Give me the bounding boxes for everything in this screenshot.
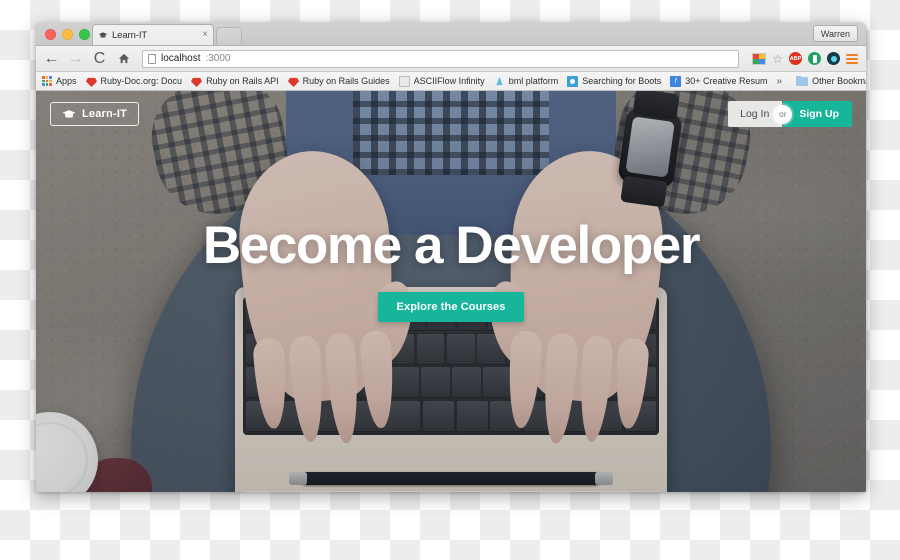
new-tab-button[interactable] [216,27,242,44]
bookmark-label: Ruby on Rails API [206,76,279,86]
extension-toolbar: ☆ ABP [752,52,858,65]
bml-icon [495,76,503,85]
tab-title: Learn-IT [112,29,148,41]
bookmark-item[interactable]: f 30+ Creative Resum [670,75,768,87]
other-bookmarks-label: Other Bookmarks [812,76,866,86]
browser-tab[interactable]: Learn-IT × [92,24,214,45]
ruby-gem-icon [85,77,97,87]
ruby-gem-icon [287,77,299,87]
url-port: :3000 [205,53,231,64]
chrome-menu-icon[interactable] [846,53,858,64]
graduation-cap-icon [62,109,76,118]
bookmark-item[interactable]: Ruby on Rails Guides [287,76,390,87]
folder-icon [796,76,809,86]
screenshot-canvas: Learn-IT × Warren ← → C localhost :3000 [0,0,900,560]
page-info-icon[interactable] [148,53,156,64]
browser-tabstrip: Learn-IT × Warren [36,22,866,46]
close-window-button[interactable] [45,29,56,40]
green-circle-extension-icon[interactable] [808,52,821,65]
address-bar[interactable]: localhost :3000 [142,49,740,68]
bookmarks-bar: Apps Ruby-Doc.org: Docu Ruby on Rails AP… [36,72,866,91]
teal-circle-extension-icon[interactable] [827,52,840,65]
profile-button[interactable]: Warren [812,25,858,42]
maximize-window-button[interactable] [79,29,90,40]
minimize-window-button[interactable] [62,29,73,40]
bookmark-item[interactable]: bml platform [494,76,559,87]
bookmark-label: ASCIIFlow Infinity [413,76,485,86]
signup-button[interactable]: Sign Up [783,101,852,127]
profile-name: Warren [820,28,850,39]
adblock-plus-icon[interactable]: ABP [789,52,802,65]
hero-section: Become a Developer Explore the Courses [36,219,866,322]
bookmark-label: 30+ Creative Resum [685,76,768,86]
home-icon[interactable] [116,51,131,66]
bookmark-item[interactable]: ASCIIFlow Infinity [398,75,485,87]
explore-courses-button[interactable]: Explore the Courses [377,292,525,322]
bookmark-label: Ruby-Doc.org: Docu [100,76,183,86]
forward-icon: → [67,49,84,67]
bookmark-label: Searching for Boots [582,76,662,86]
back-icon[interactable]: ← [44,50,60,67]
color-swatch-icon[interactable] [752,52,767,65]
bookmark-star-icon[interactable]: ☆ [772,53,783,65]
site-logo-text: Learn-IT [82,108,127,120]
browser-toolbar: ← → C localhost :3000 ☆ ABP [36,46,866,72]
chrome-browser-window: Learn-IT × Warren ← → C localhost :3000 [36,22,866,492]
bookmark-label: Ruby on Rails Guides [302,76,390,86]
bookmark-label: bml platform [508,76,559,86]
apps-grid-icon [42,76,52,86]
site-logo[interactable]: Learn-IT [50,102,139,126]
page-viewport: Learn-IT Log In or Sign Up Become a Deve… [36,91,866,492]
window-controls [45,29,90,40]
or-separator: or [773,104,793,124]
site-header: Learn-IT Log In or Sign Up [36,91,866,137]
graduation-cap-icon [98,30,108,40]
other-bookmarks-folder[interactable]: Other Bookmarks [796,76,866,86]
apps-label: Apps [56,76,77,86]
ruby-gem-icon [191,77,203,87]
close-icon[interactable]: × [199,30,208,40]
reload-icon[interactable]: C [92,50,107,67]
hero-title: Become a Developer [202,216,701,275]
asciiflow-icon [398,75,410,87]
auth-buttons: Log In or Sign Up [728,101,852,127]
bookmark-item[interactable]: Ruby-Doc.org: Docu [85,76,183,87]
bookmarks-overflow-icon[interactable]: » [777,76,788,87]
bootstrap-icon [567,75,579,87]
resume-icon: f [670,75,682,87]
adblock-plus-label: ABP [789,55,802,62]
bookmark-item[interactable]: Searching for Boots [567,75,662,87]
bookmark-item[interactable]: Ruby on Rails API [191,76,279,87]
url-host: localhost [161,53,201,64]
apps-shortcut[interactable]: Apps [42,76,77,86]
